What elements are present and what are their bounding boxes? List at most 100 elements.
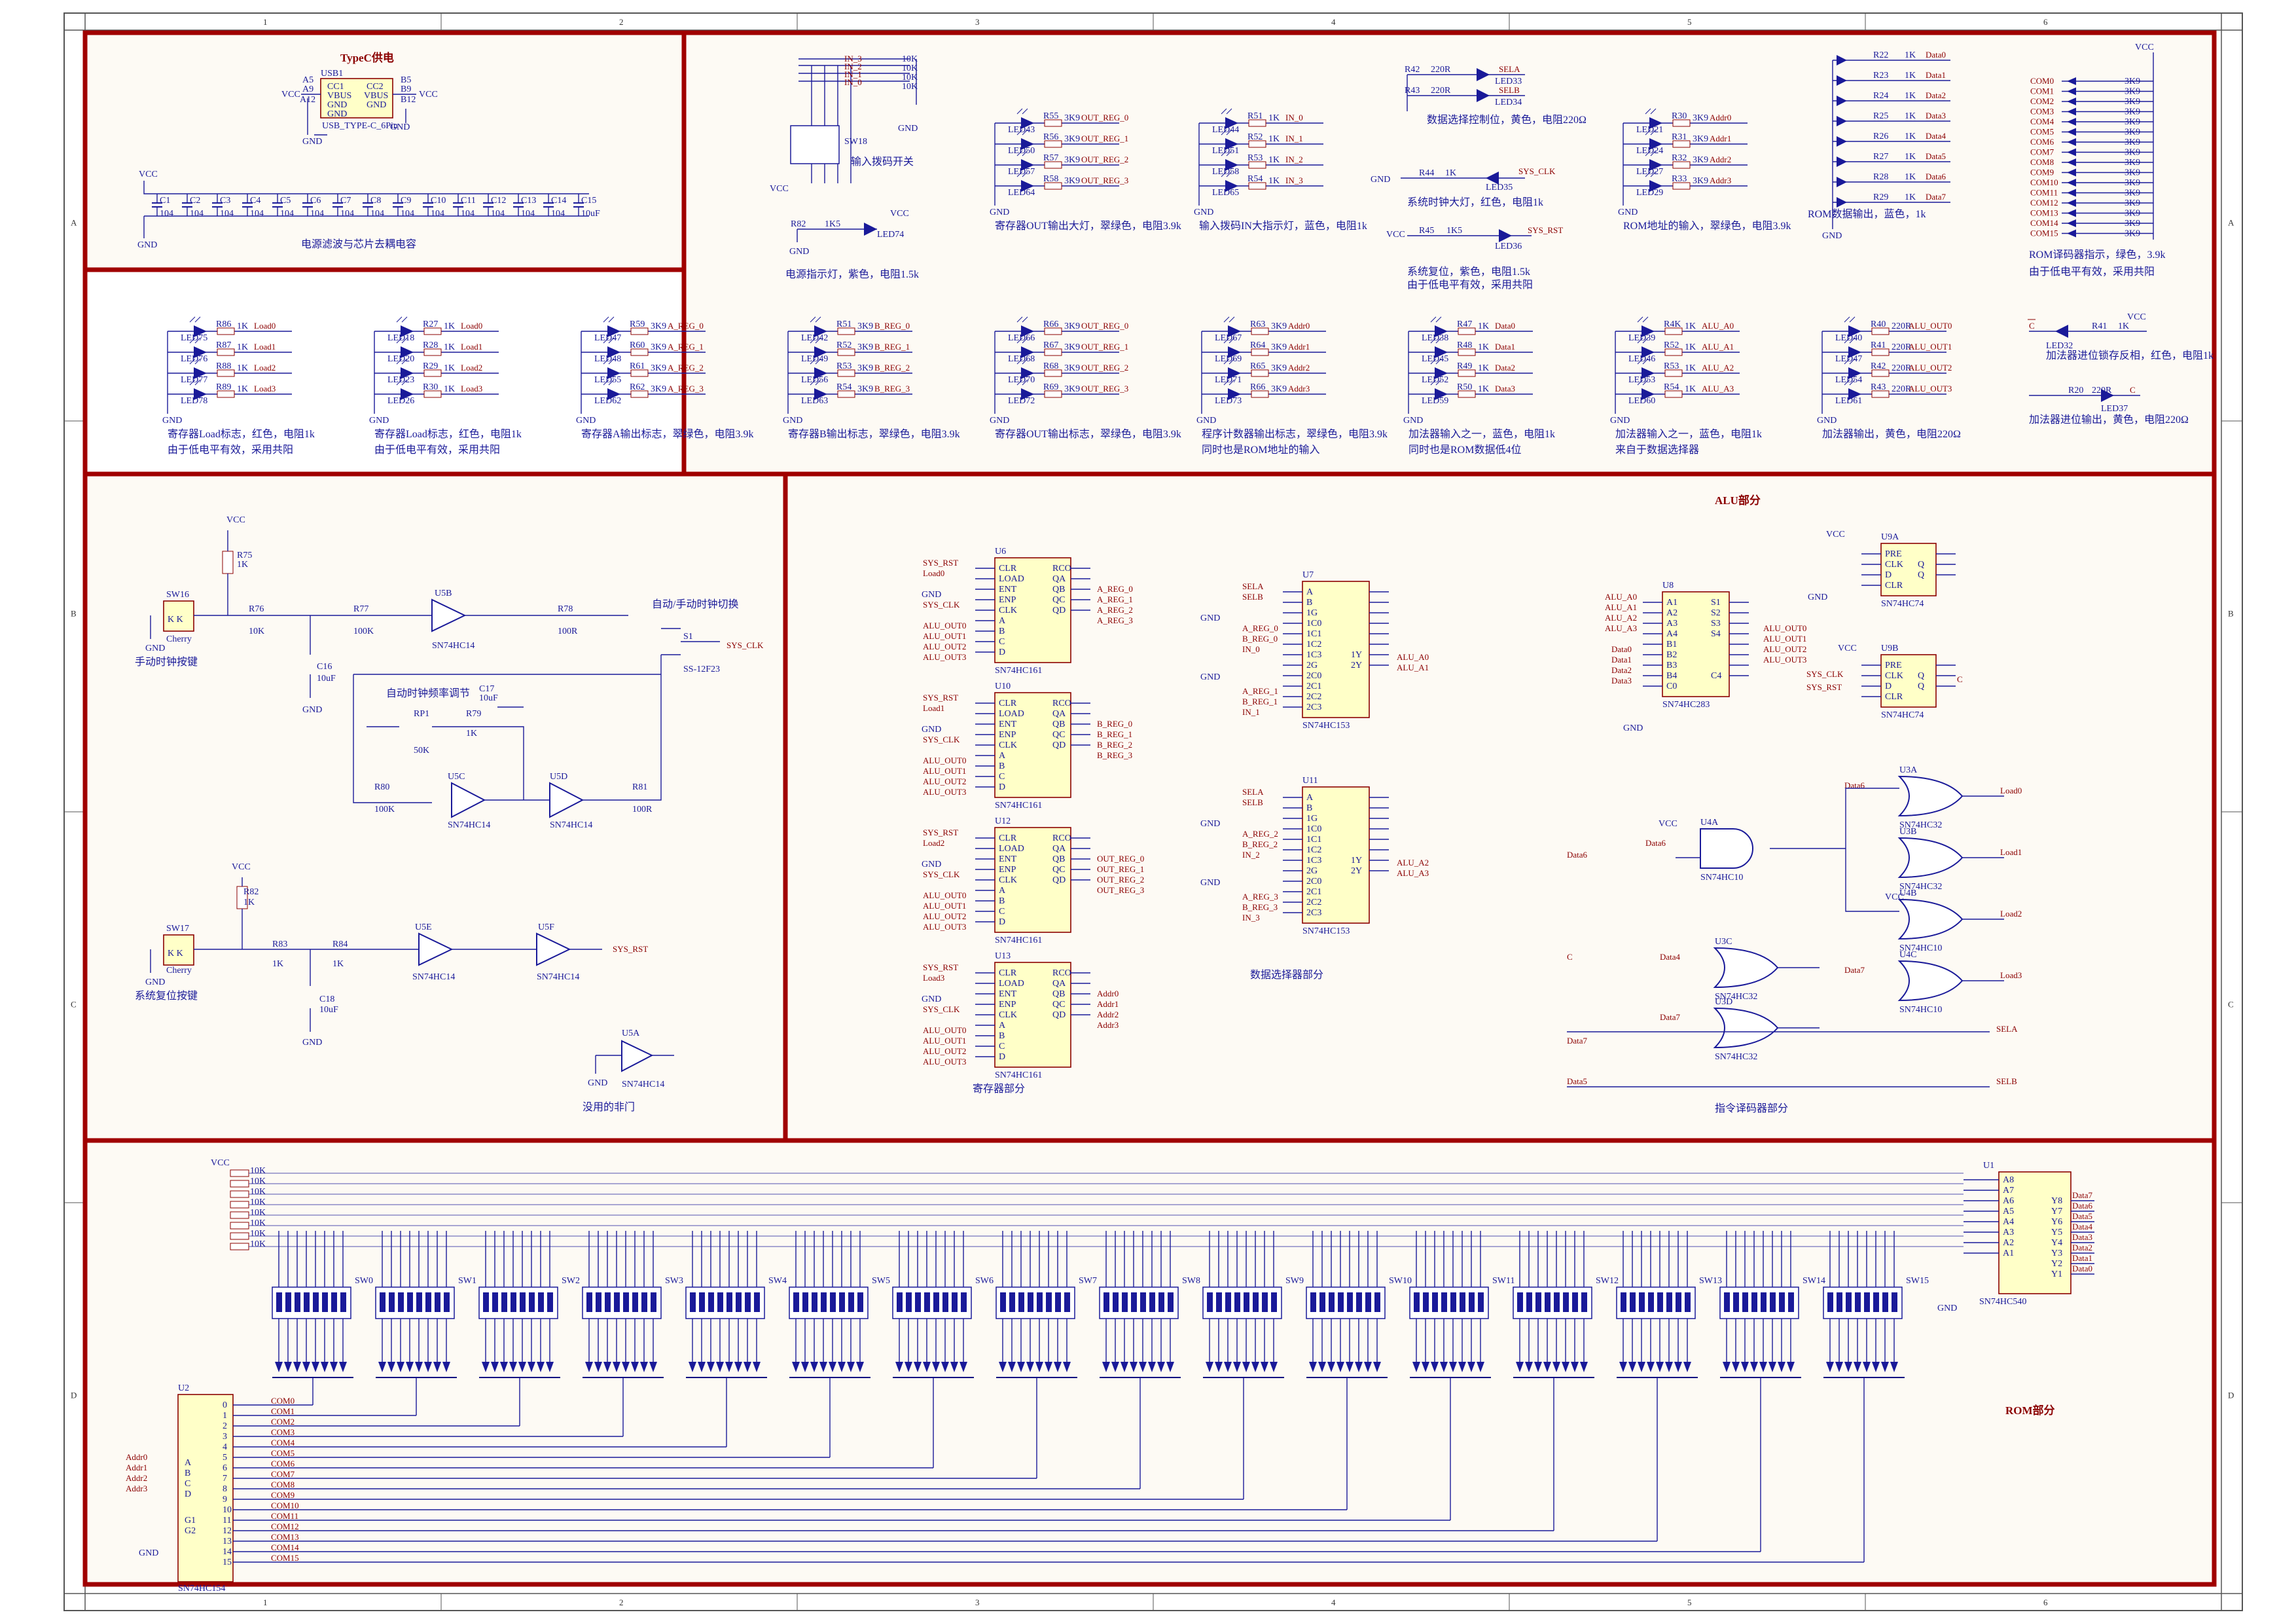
alu-in-net: ALU_A0 [1605,592,1637,602]
dip-lever [1319,1292,1325,1312]
chip-pin: 1Y [1351,650,1362,660]
dip-lever [690,1292,696,1312]
clk-led-value: 1K [1445,168,1456,178]
gnd-label: GND [922,860,941,869]
chip-pin: ENP [999,865,1016,875]
gnd-label: GND [137,240,157,250]
led-ref: LED27 [1636,167,1663,177]
reg-input-net: ALU_OUT1 [923,766,966,776]
power-led-ref: LED74 [877,230,904,240]
dip-lever [1000,1292,1006,1312]
chip-pin: 1C3 [1306,856,1321,866]
u5d-ref: U5D [550,772,567,782]
ff-rst-net: SYS_RST [1806,682,1842,692]
reg-output-net: Addr2 [1097,1010,1119,1019]
rom-data-net: Data0 [2072,1264,2092,1273]
com-net: COM6 [2030,137,2054,147]
chip-pin: S1 [1711,598,1721,608]
chip-pin: D [1885,570,1892,580]
led-ref: LED38 [1422,333,1448,343]
dip-lever [1478,1292,1484,1312]
cap-ref: C10 [431,196,446,206]
rst-led-value: 1K5 [1446,226,1462,236]
gate-in-net: Data6 [1645,838,1666,848]
resistor-value: 1K [1905,192,1916,202]
com-net: COM5 [271,1448,295,1458]
rom-switch-ref: SW11 [1492,1276,1515,1286]
dip-lever [1545,1292,1551,1312]
com-net: COM1 [271,1406,295,1416]
dip-lever [1131,1292,1137,1312]
resistor-value: 3K9 [2125,117,2140,127]
resistor-value: 3K9 [651,321,666,331]
led-ref: LED44 [1212,125,1239,135]
chip-pin: D [999,647,1005,657]
gnd-label: GND [369,416,389,426]
led-ref: LED21 [1636,125,1663,135]
resistor-value: 1K [237,342,248,352]
r78-value: 100R [558,627,578,636]
net-label: Addr1 [1710,134,1731,143]
switch-kk: K K [168,949,183,958]
chip-pin: LOAD [999,979,1024,989]
dip-lever [1572,1292,1578,1312]
resistor-value: 1K [1478,363,1489,373]
rst-led-res: R45 [1419,226,1434,236]
dip-lever [1469,1292,1475,1312]
gate-ref: U4A [1700,818,1719,828]
rom-switch-ref: SW13 [1699,1276,1722,1286]
dip-lever [1122,1292,1128,1312]
net-label: Data0 [1926,50,1946,60]
group-caption: 寄存器OUT输出大灯，翠绿色，电阻3.9k [995,220,1181,232]
gnd-label: GND [1937,1304,1957,1313]
chip-pin: ENP [999,1000,1016,1010]
u5b-part: SN74HC14 [432,641,475,651]
chip-pin: RCO [1052,968,1071,978]
vcc-label: VCC [419,90,438,100]
dip-switch [272,1286,351,1319]
com-net: COM4 [2030,117,2054,126]
resistor-value: 3K9 [2125,168,2140,178]
chip-pin: 2C3 [1306,702,1321,712]
net-label: IN_1 [1285,134,1303,143]
group-caption-2: 由于低电平有效，采用共阳 [374,444,500,456]
cap-value: 104 [401,209,414,219]
alu-out-net: ALU_OUT1 [1763,634,1806,644]
rom-data-net: Data2 [2072,1243,2092,1252]
pullup-value: 10K [250,1239,266,1249]
chip-pin: 2Y [1351,866,1362,876]
u2-out-pin: 9 [223,1495,227,1504]
alu-in-net: ALU_A3 [1605,623,1637,633]
net-label: OUT_REG_1 [1081,342,1128,352]
resistor-value: 3K9 [2125,107,2140,117]
gnd-label: GND [1610,416,1630,426]
gnd-label: GND [1822,231,1842,241]
reg-load-net: Load3 [923,973,944,983]
net-label: Data6 [1926,172,1946,181]
com-net: COM12 [2030,198,2058,208]
resistor-ref: R64 [1250,340,1265,350]
dip-lever [1733,1292,1739,1312]
r82-ref: R82 [243,887,259,897]
alu-in-net: ALU_A1 [1605,602,1637,612]
u2-out-pin: 6 [223,1463,227,1473]
u2-out-pin: 8 [223,1484,227,1494]
net-label: Addr0 [1288,321,1310,331]
net-label: Load0 [254,321,276,331]
usb-part: USB_TYPE-C_6Pin [322,121,398,131]
resistor-value: 1K [444,342,455,352]
led-ref: LED18 [387,333,414,343]
gnd-label: GND [1623,723,1643,733]
com-net: COM6 [271,1459,295,1468]
gate-ref: U4C [1899,950,1916,960]
usb-pin-cc1: CC1 [327,82,344,92]
led-ref: LED64 [1008,188,1035,198]
chip-part: SN74HC161 [995,666,1042,676]
pullup-resistor [230,1180,249,1188]
mux-in-net: IN_0 [1242,644,1260,654]
net-label: Addr3 [1710,175,1731,185]
resistor-value: 1K [1905,71,1916,81]
group-caption: 寄存器A输出标志，翠绿色，电阻3.9k [581,428,754,440]
net-label: Load0 [461,321,482,331]
chip-pin: 2G [1306,866,1318,876]
